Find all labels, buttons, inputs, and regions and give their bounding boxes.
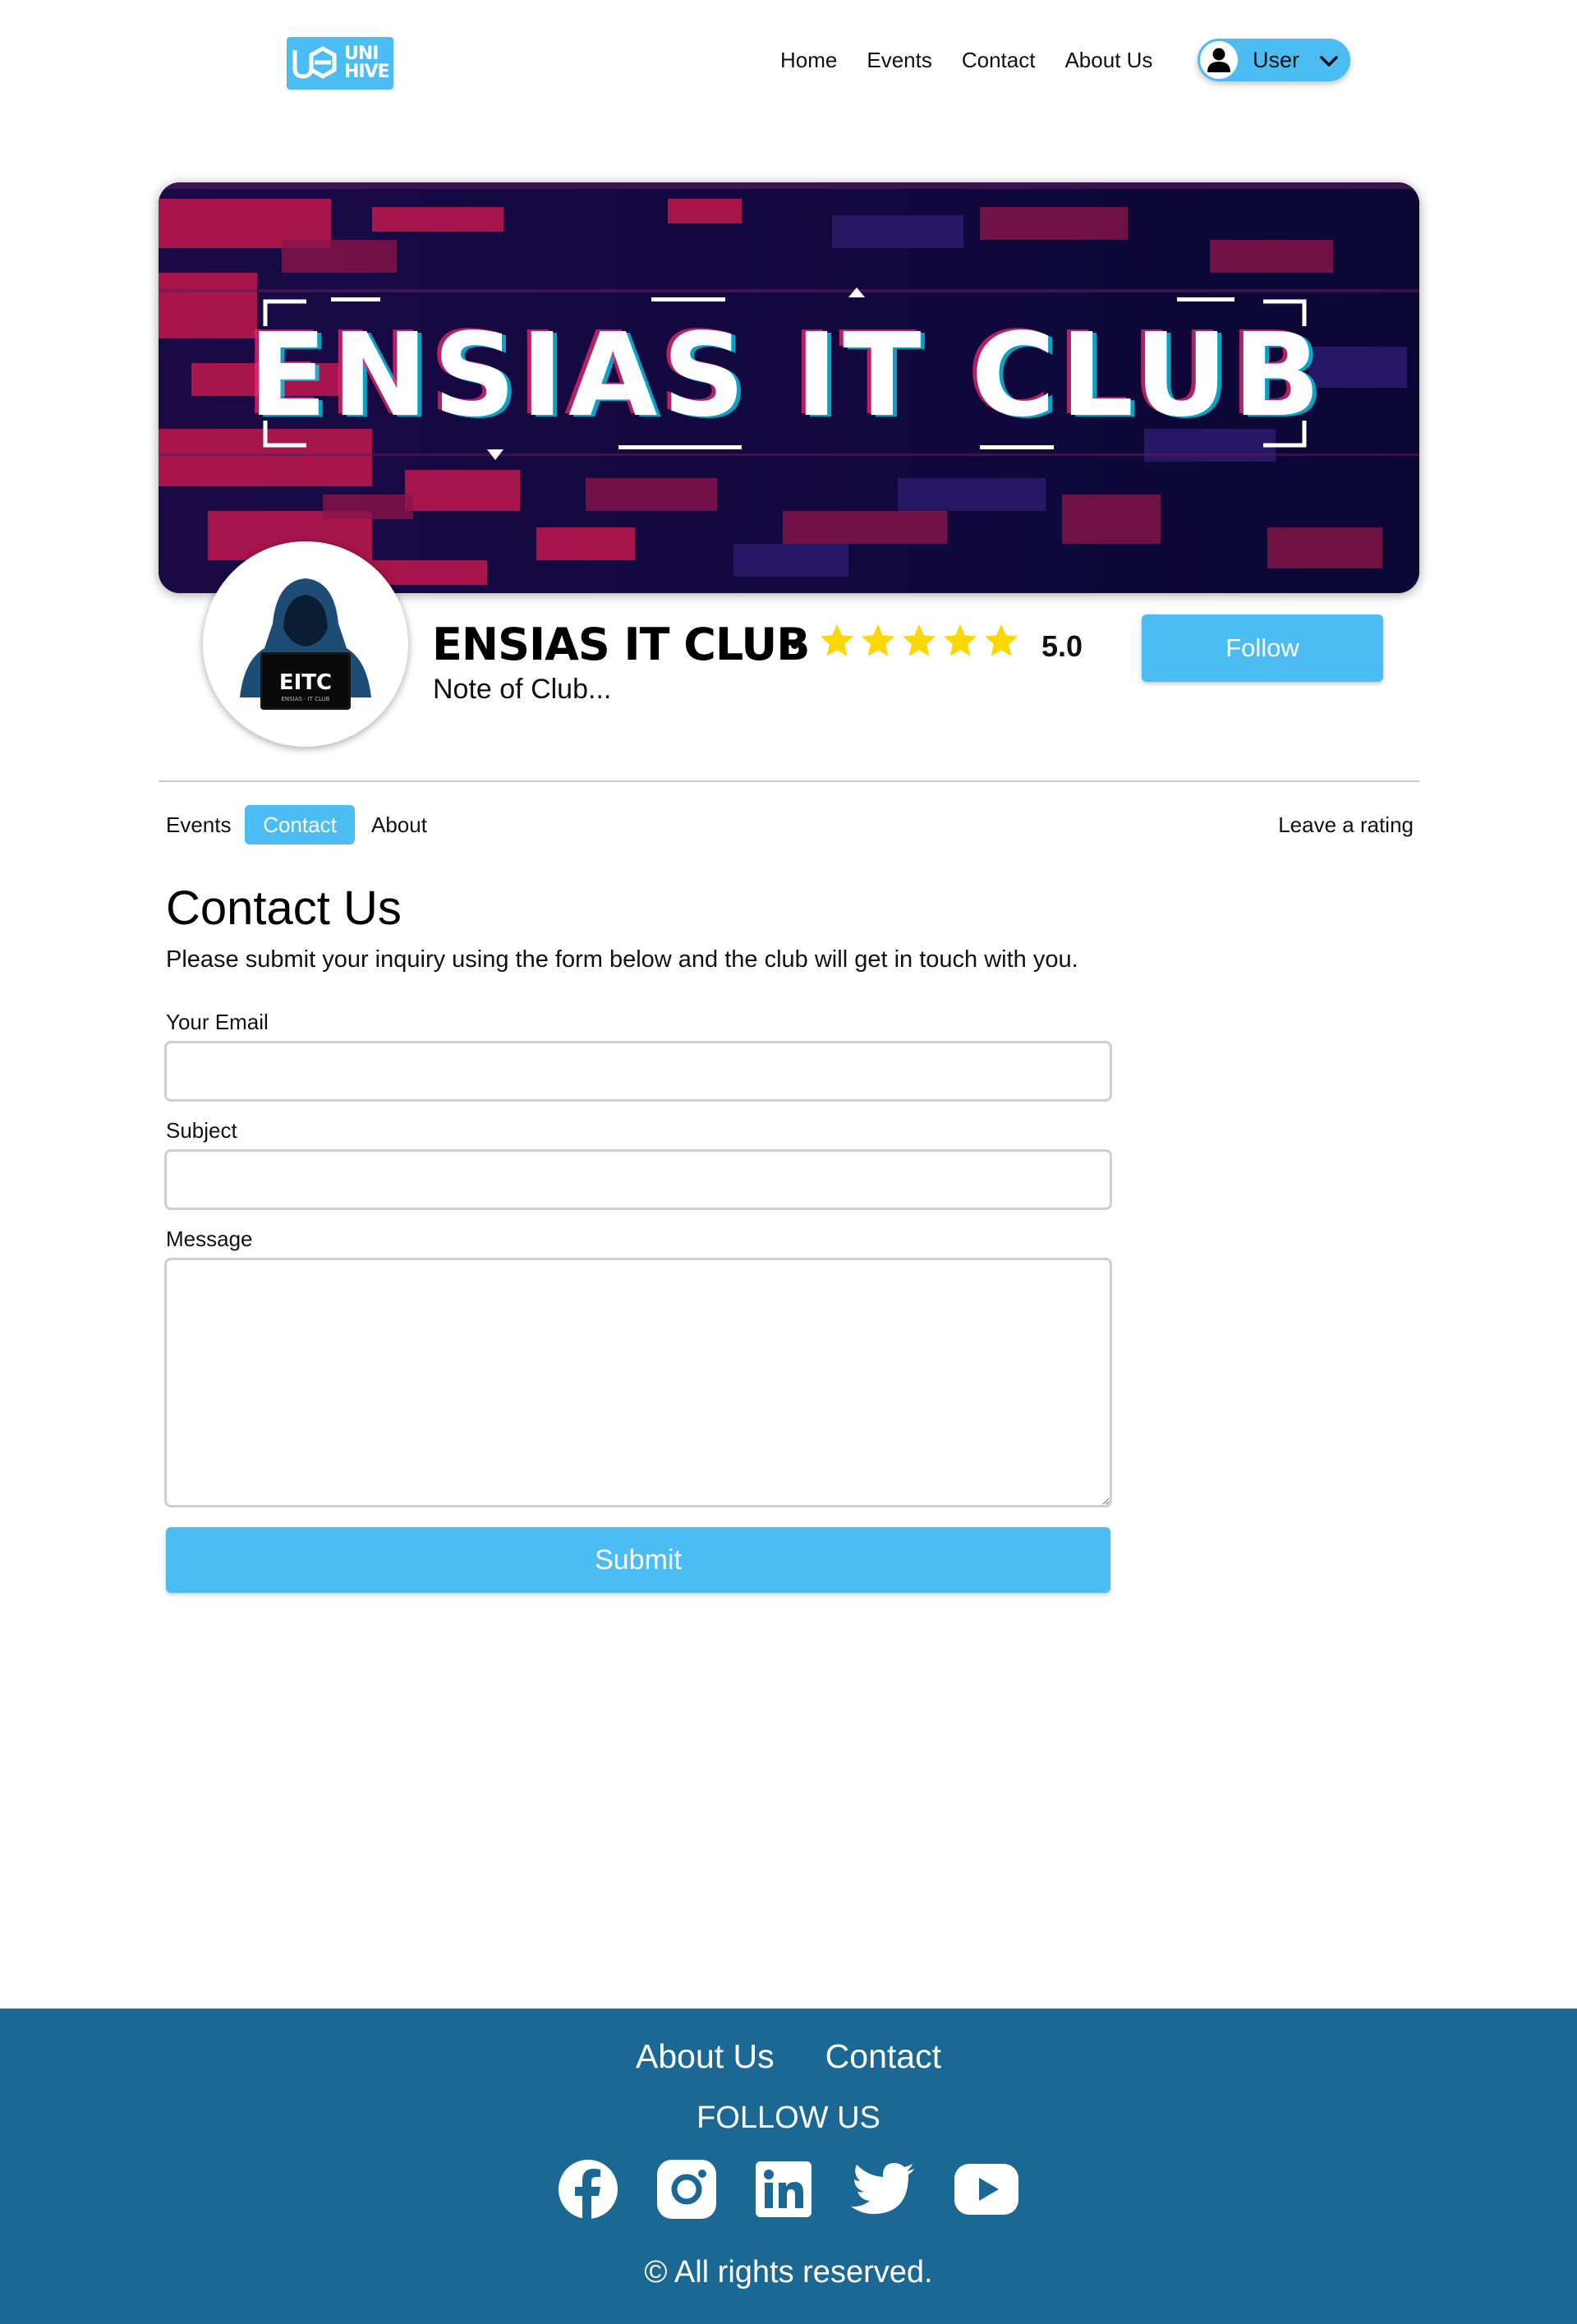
page-title: Contact Us: [166, 881, 402, 935]
hacker-logo-image: EITC ENSIAS · IT CLUB: [240, 578, 371, 710]
main-nav: Home Events Contact About Us: [780, 45, 1182, 75]
linkedin-icon[interactable]: [755, 2161, 812, 2218]
star-icon: [984, 624, 1018, 656]
user-menu-button[interactable]: User: [1198, 39, 1350, 81]
subject-field[interactable]: [164, 1149, 1112, 1210]
tab-about[interactable]: About: [371, 805, 427, 844]
logo-text-hive: HIVE: [344, 62, 390, 82]
rating-value: 5.0: [1041, 629, 1083, 663]
user-label: User: [1253, 47, 1300, 72]
youtube-icon[interactable]: [954, 2163, 1019, 2216]
unihive-logo[interactable]: UNI HIVE: [287, 37, 393, 90]
footer-links: About Us Contact: [0, 2037, 1577, 2076]
club-name: ENSIAS IT CLUB: [432, 619, 810, 670]
tab-contact[interactable]: Contact: [245, 805, 355, 844]
star-rating: [818, 622, 1023, 660]
tab-events[interactable]: Events: [166, 805, 232, 844]
user-avatar: [1200, 41, 1238, 79]
star-icon: [861, 624, 895, 656]
twitter-icon[interactable]: [850, 2162, 916, 2216]
star-icon: [943, 624, 977, 656]
email-label: Your Email: [166, 1010, 269, 1034]
submit-button[interactable]: Submit: [166, 1527, 1110, 1593]
email-field[interactable]: [164, 1041, 1112, 1102]
nav-about-us[interactable]: About Us: [1064, 45, 1152, 75]
banner-title: ENSIAS IT CLUB: [248, 309, 1325, 443]
club-note: Note of Club...: [433, 674, 612, 705]
footer: About Us Contact FOLLOW US © All rights …: [0, 2009, 1577, 2324]
follow-button[interactable]: Follow: [1142, 614, 1383, 682]
hive-logo-icon: [292, 46, 337, 79]
nav-events[interactable]: Events: [867, 45, 932, 75]
user-icon: [1207, 48, 1230, 72]
separator-dot: [791, 642, 798, 649]
instagram-icon[interactable]: [656, 2159, 717, 2220]
message-label: Message: [166, 1226, 253, 1251]
footer-link-contact[interactable]: Contact: [825, 2037, 941, 2076]
chevron-down-icon: [1320, 56, 1338, 67]
message-field[interactable]: [164, 1258, 1112, 1507]
club-logo-subtext: ENSIAS · IT CLUB: [281, 696, 329, 702]
copyright: © All rights reserved.: [644, 2255, 933, 2289]
logo-text-uni: UNI: [344, 44, 379, 64]
nav-home[interactable]: Home: [780, 45, 837, 75]
follow-us-heading: FOLLOW US: [697, 2101, 880, 2135]
banner-image: ENSIAS IT CLUB ENSIAS IT CLUB ENSIAS IT …: [159, 182, 1419, 593]
social-links: [0, 2159, 1577, 2220]
club-logo: EITC ENSIAS · IT CLUB: [203, 541, 408, 747]
subject-label: Subject: [166, 1118, 237, 1143]
club-logo-text: EITC: [279, 670, 332, 695]
club-banner: ENSIAS IT CLUB ENSIAS IT CLUB ENSIAS IT …: [159, 182, 1419, 593]
footer-link-about-us[interactable]: About Us: [636, 2037, 775, 2076]
contact-description: Please submit your inquiry using the for…: [166, 946, 1078, 973]
facebook-icon[interactable]: [558, 2159, 618, 2220]
leave-rating-link[interactable]: Leave a rating: [1278, 805, 1414, 844]
nav-contact[interactable]: Contact: [962, 45, 1036, 75]
star-icon: [820, 624, 854, 656]
star-icon: [902, 624, 936, 656]
section-divider: [159, 780, 1419, 782]
